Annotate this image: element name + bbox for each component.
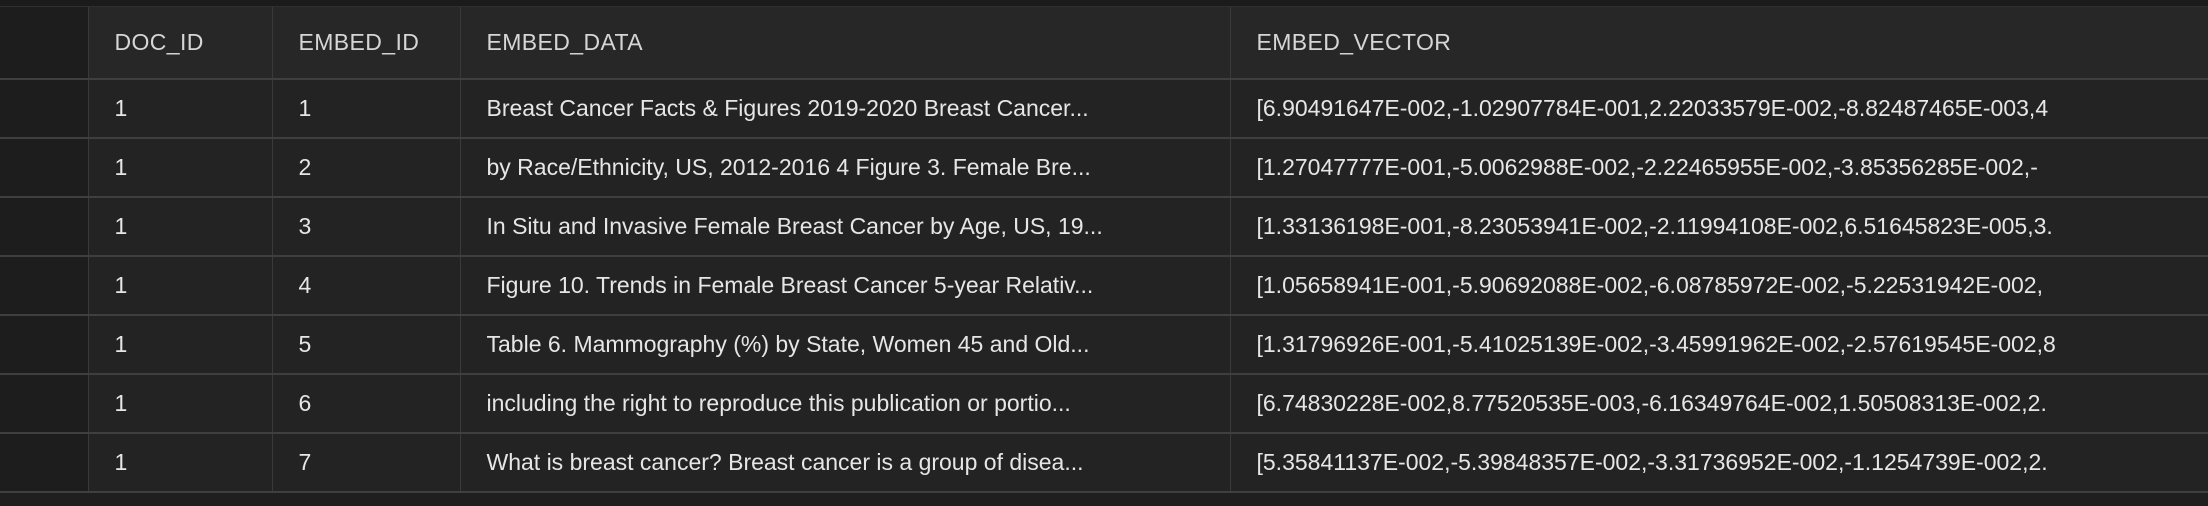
cell-embed-data[interactable]: Breast Cancer Facts & Figures 2019-2020 … — [460, 79, 1231, 139]
row-gutter[interactable] — [0, 197, 89, 257]
cell-embed-vector[interactable]: [1.33136198E-001,-8.23053941E-002,-2.119… — [1230, 197, 2208, 257]
column-header-embed-vector[interactable]: EMBED_VECTOR — [1230, 7, 2208, 80]
table-row[interactable]: 1 4 Figure 10. Trends in Female Breast C… — [0, 256, 2208, 316]
cell-embed-data[interactable]: What is breast cancer? Breast cancer is … — [460, 433, 1231, 493]
top-divider — [0, 0, 2208, 7]
cell-embed-id[interactable]: 1 — [272, 79, 461, 139]
cell-embed-vector[interactable]: [6.90491647E-002,-1.02907784E-001,2.2203… — [1230, 79, 2208, 139]
cell-embed-data[interactable]: by Race/Ethnicity, US, 2012-2016 4 Figur… — [460, 138, 1231, 198]
cell-doc-id[interactable]: 1 — [88, 256, 273, 316]
table-row[interactable]: 1 5 Table 6. Mammography (%) by State, W… — [0, 315, 2208, 375]
cell-embed-data[interactable]: In Situ and Invasive Female Breast Cance… — [460, 197, 1231, 257]
cell-embed-vector[interactable]: [1.31796926E-001,-5.41025139E-002,-3.459… — [1230, 315, 2208, 375]
cell-embed-vector[interactable]: [1.05658941E-001,-5.90692088E-002,-6.087… — [1230, 256, 2208, 316]
row-gutter[interactable] — [0, 79, 89, 139]
row-number-header — [0, 7, 89, 80]
cell-embed-data[interactable]: Table 6. Mammography (%) by State, Women… — [460, 315, 1231, 375]
cell-doc-id[interactable]: 1 — [88, 138, 273, 198]
cell-embed-id[interactable]: 7 — [272, 433, 461, 493]
cell-embed-data[interactable]: including the right to reproduce this pu… — [460, 374, 1231, 434]
row-gutter[interactable] — [0, 374, 89, 434]
table-row[interactable]: 1 6 including the right to reproduce thi… — [0, 374, 2208, 434]
cell-embed-data[interactable]: Figure 10. Trends in Female Breast Cance… — [460, 256, 1231, 316]
cell-doc-id[interactable]: 1 — [88, 315, 273, 375]
column-header-embed-id[interactable]: EMBED_ID — [272, 7, 461, 80]
row-gutter[interactable] — [0, 433, 89, 493]
row-gutter[interactable] — [0, 256, 89, 316]
cell-embed-vector[interactable]: [1.27047777E-001,-5.0062988E-002,-2.2246… — [1230, 138, 2208, 198]
cell-embed-vector[interactable]: [5.35841137E-002,-5.39848357E-002,-3.317… — [1230, 433, 2208, 493]
results-grid: DOC_ID EMBED_ID EMBED_DATA EMBED_VECTOR … — [0, 0, 2208, 506]
cell-doc-id[interactable]: 1 — [88, 433, 273, 493]
table-row[interactable]: 1 1 Breast Cancer Facts & Figures 2019-2… — [0, 79, 2208, 139]
row-gutter[interactable] — [0, 138, 89, 198]
cell-doc-id[interactable]: 1 — [88, 374, 273, 434]
cell-embed-id[interactable]: 4 — [272, 256, 461, 316]
cell-embed-id[interactable]: 3 — [272, 197, 461, 257]
cell-embed-vector[interactable]: [6.74830228E-002,8.77520535E-003,-6.1634… — [1230, 374, 2208, 434]
header-row: DOC_ID EMBED_ID EMBED_DATA EMBED_VECTOR — [0, 7, 2208, 80]
table-row[interactable]: 1 2 by Race/Ethnicity, US, 2012-2016 4 F… — [0, 138, 2208, 198]
table-row[interactable]: 1 7 What is breast cancer? Breast cancer… — [0, 433, 2208, 493]
column-header-doc-id[interactable]: DOC_ID — [88, 7, 273, 80]
cell-doc-id[interactable]: 1 — [88, 197, 273, 257]
row-gutter[interactable] — [0, 315, 89, 375]
cell-embed-id[interactable]: 2 — [272, 138, 461, 198]
cell-doc-id[interactable]: 1 — [88, 79, 273, 139]
table-row[interactable]: 1 3 In Situ and Invasive Female Breast C… — [0, 197, 2208, 257]
cell-embed-id[interactable]: 6 — [272, 374, 461, 434]
results-table: DOC_ID EMBED_ID EMBED_DATA EMBED_VECTOR … — [0, 7, 2208, 493]
cell-embed-id[interactable]: 5 — [272, 315, 461, 375]
column-header-embed-data[interactable]: EMBED_DATA — [460, 7, 1231, 80]
